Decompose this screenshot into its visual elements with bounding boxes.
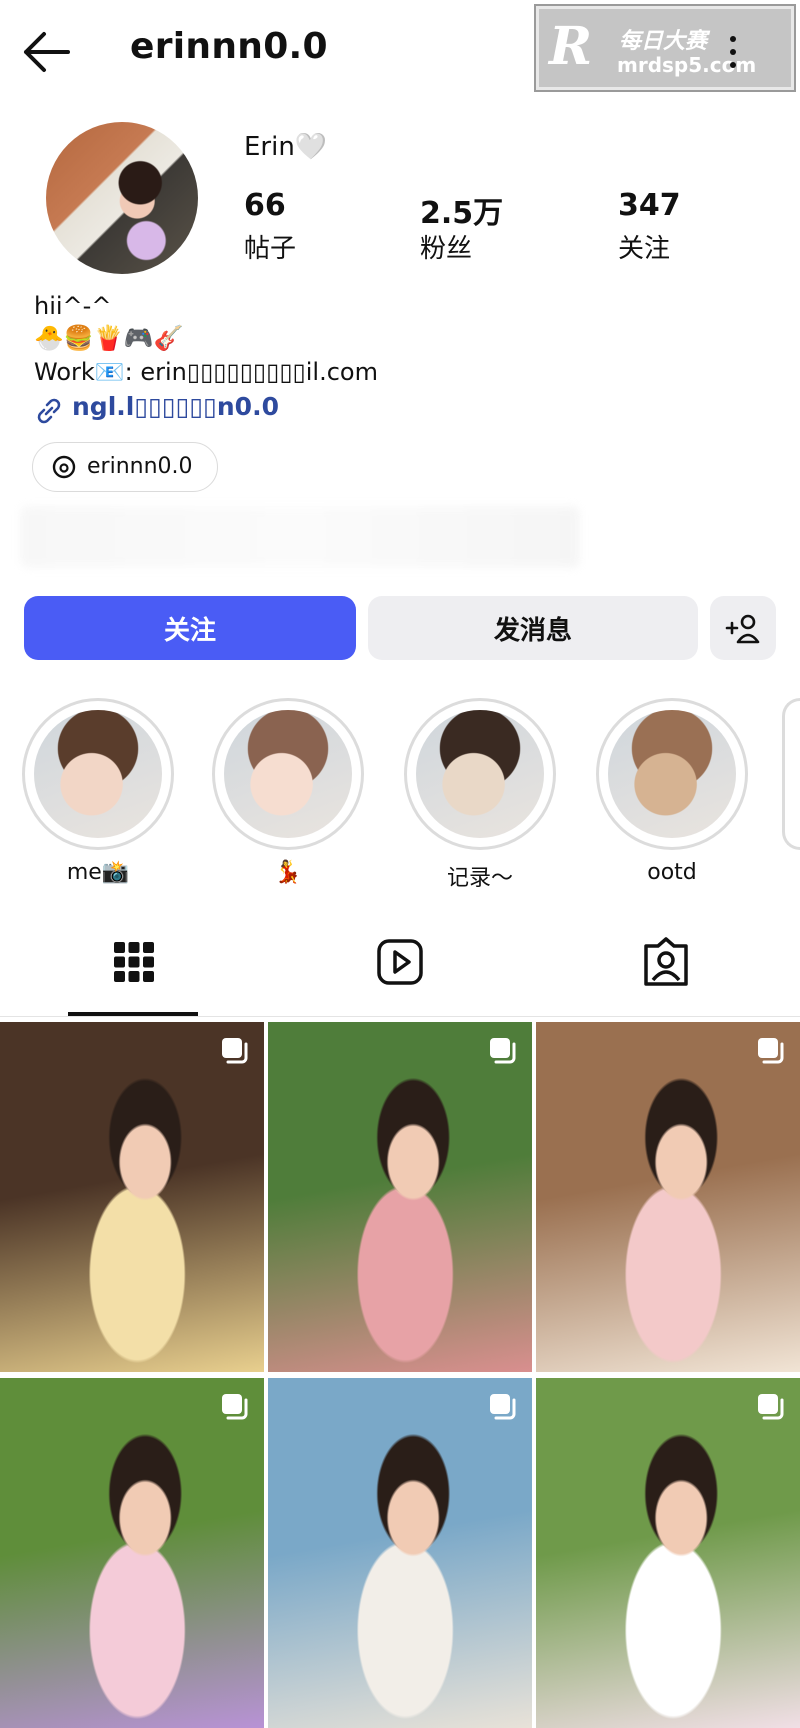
add-user-icon — [725, 614, 760, 644]
divider — [0, 1016, 800, 1017]
display-name: Erin🤍 — [244, 132, 328, 162]
more-options-icon[interactable] — [724, 30, 744, 74]
followers-label[interactable]: 粉丝 — [420, 228, 472, 265]
following-count[interactable]: 347 — [618, 188, 681, 223]
bio-link[interactable]: ngl.l▯▯▯▯▯▯n0.0 — [72, 392, 279, 421]
carousel-icon — [758, 1394, 784, 1420]
threads-badge[interactable]: erinnn0.0 — [32, 442, 218, 492]
watermark-text: 每日大赛 — [619, 29, 708, 54]
carousel-icon — [222, 1038, 248, 1064]
carousel-icon — [758, 1038, 784, 1064]
bio-line: hii^-^ — [34, 292, 112, 320]
posts-count[interactable]: 66 — [244, 188, 286, 223]
add-user-button[interactable] — [710, 596, 776, 660]
post-thumbnail[interactable] — [536, 1022, 800, 1372]
highlight-circle[interactable] — [22, 698, 174, 850]
watermark-logo: R — [549, 16, 593, 77]
threads-icon — [52, 455, 76, 479]
blurred-followed-by — [20, 506, 580, 568]
avatar[interactable] — [46, 122, 198, 274]
post-thumbnail[interactable] — [268, 1022, 532, 1372]
carousel-icon — [490, 1394, 516, 1420]
highlight-label[interactable]: 💃 — [212, 860, 364, 885]
post-thumbnail[interactable] — [268, 1378, 532, 1728]
highlight-circle[interactable] — [596, 698, 748, 850]
carousel-icon — [490, 1038, 516, 1064]
message-button[interactable]: 发消息 — [368, 596, 698, 660]
highlight-circle[interactable] — [404, 698, 556, 850]
highlight-circle[interactable] — [212, 698, 364, 850]
carousel-icon — [222, 1394, 248, 1420]
tagged-icon[interactable] — [640, 936, 692, 988]
watermark: R 每日大赛 mrdsp5.com — [534, 4, 796, 92]
threads-handle: erinnn0.0 — [87, 454, 193, 479]
followers-count[interactable]: 2.5万 — [420, 188, 503, 232]
highlight-label[interactable]: ootd — [596, 860, 748, 885]
highlight-circle-partial[interactable] — [782, 698, 800, 850]
following-label[interactable]: 关注 — [618, 228, 670, 265]
highlight-label[interactable]: me📸 — [22, 860, 174, 885]
post-thumbnail[interactable] — [536, 1378, 800, 1728]
reels-icon[interactable] — [374, 936, 426, 988]
profile-username-title: erinnn0.0 — [130, 26, 328, 67]
posts-label[interactable]: 帖子 — [244, 228, 296, 265]
bio-email-line: Work📧: erin▯▯▯▯▯▯▯▯▯il.com — [34, 358, 378, 386]
highlight-label[interactable]: 记录～ — [404, 860, 556, 892]
back-arrow-icon[interactable] — [22, 30, 72, 74]
posts-grid-icon[interactable] — [108, 936, 160, 988]
link-icon — [37, 398, 61, 424]
post-thumbnail[interactable] — [0, 1022, 264, 1372]
post-thumbnail[interactable] — [0, 1378, 264, 1728]
bio-emoji-line: 🐣🍔🍟🎮🎸 — [34, 324, 184, 352]
follow-button[interactable]: 关注 — [24, 596, 356, 660]
